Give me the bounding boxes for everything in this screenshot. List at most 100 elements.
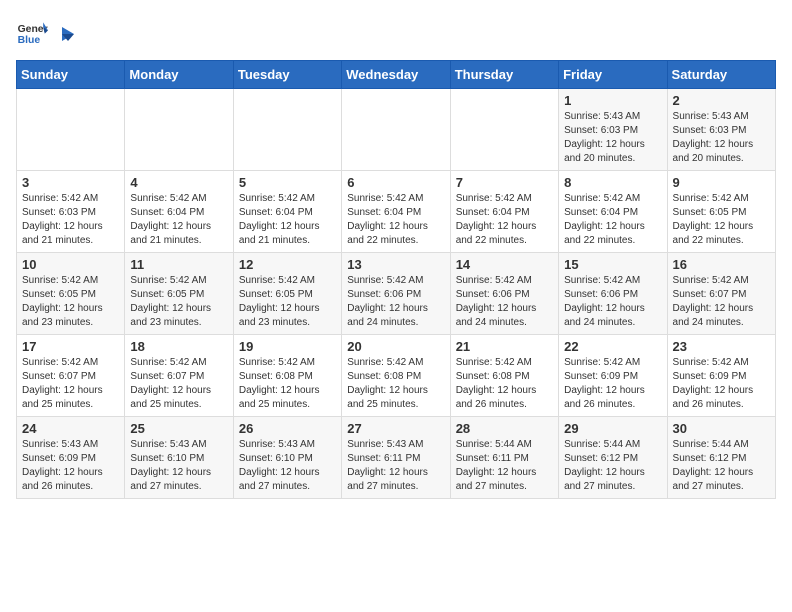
day-number: 7: [456, 175, 553, 190]
day-info: Sunrise: 5:42 AM Sunset: 6:05 PM Dayligh…: [239, 274, 336, 330]
day-info: Sunrise: 5:42 AM Sunset: 6:07 PM Dayligh…: [673, 274, 770, 330]
calendar-cell: 23 Sunrise: 5:42 AM Sunset: 6:09 PM Dayli…: [667, 335, 775, 417]
calendar-cell: 21Sunrise: 5:42 AM Sunset: 6:08 PM Dayli…: [450, 335, 558, 417]
calendar-cell: 25 Sunrise: 5:43 AM Sunset: 6:10 PM Dayli…: [125, 417, 233, 499]
day-info: Sunrise: 5:42 AM Sunset: 6:08 PM Dayligh…: [239, 356, 336, 412]
day-number: 17: [22, 339, 119, 354]
logo-triangle-icon: [54, 23, 76, 45]
calendar-cell: 6 Sunrise: 5:42 AM Sunset: 6:04 PM Daylig…: [342, 171, 450, 253]
calendar-cell: 20Sunrise: 5:42 AM Sunset: 6:08 PM Dayli…: [342, 335, 450, 417]
day-number: 8: [564, 175, 661, 190]
day-number: 26: [239, 421, 336, 436]
calendar-cell: 18 Sunrise: 5:42 AM Sunset: 6:07 PM Dayli…: [125, 335, 233, 417]
calendar-cell: [233, 89, 341, 171]
weekday-header-monday: Monday: [125, 61, 233, 89]
page-header: General Blue: [16, 16, 776, 48]
day-number: 2: [673, 93, 770, 108]
day-info: Sunrise: 5:42 AM Sunset: 6:06 PM Dayligh…: [347, 274, 444, 330]
day-info: Sunrise: 5:43 AM Sunset: 6:11 PM Dayligh…: [347, 438, 444, 494]
day-number: 13: [347, 257, 444, 272]
calendar-cell: 17 Sunrise: 5:42 AM Sunset: 6:07 PM Dayli…: [17, 335, 125, 417]
day-info: Sunrise: 5:42 AM Sunset: 6:05 PM Dayligh…: [673, 192, 770, 248]
day-info: Sunrise: 5:42 AM Sunset: 6:04 PM Dayligh…: [347, 192, 444, 248]
day-number: 29: [564, 421, 661, 436]
day-number: 4: [130, 175, 227, 190]
calendar-cell: [17, 89, 125, 171]
day-number: 1: [564, 93, 661, 108]
calendar-cell: 7Sunrise: 5:42 AM Sunset: 6:04 PM Daylig…: [450, 171, 558, 253]
calendar-cell: 9 Sunrise: 5:42 AM Sunset: 6:05 PM Daylig…: [667, 171, 775, 253]
calendar-cell: 29 Sunrise: 5:44 AM Sunset: 6:12 PM Dayli…: [559, 417, 667, 499]
day-number: 24: [22, 421, 119, 436]
calendar-cell: 10 Sunrise: 5:42 AM Sunset: 6:05 PM Dayli…: [17, 253, 125, 335]
calendar-cell: [450, 89, 558, 171]
weekday-header-row: SundayMondayTuesdayWednesdayThursdayFrid…: [17, 61, 776, 89]
logo-icon: General Blue: [16, 16, 48, 48]
calendar-cell: 16 Sunrise: 5:42 AM Sunset: 6:07 PM Dayli…: [667, 253, 775, 335]
calendar-cell: 12Sunrise: 5:42 AM Sunset: 6:05 PM Dayli…: [233, 253, 341, 335]
day-number: 3: [22, 175, 119, 190]
calendar-cell: [342, 89, 450, 171]
day-number: 5: [239, 175, 336, 190]
day-info: Sunrise: 5:44 AM Sunset: 6:11 PM Dayligh…: [456, 438, 553, 494]
day-number: 22: [564, 339, 661, 354]
day-info: Sunrise: 5:43 AM Sunset: 6:09 PM Dayligh…: [22, 438, 119, 494]
svg-text:Blue: Blue: [18, 35, 41, 46]
day-info: Sunrise: 5:42 AM Sunset: 6:09 PM Dayligh…: [564, 356, 661, 412]
calendar-cell: 22 Sunrise: 5:42 AM Sunset: 6:09 PM Dayli…: [559, 335, 667, 417]
day-info: Sunrise: 5:42 AM Sunset: 6:08 PM Dayligh…: [456, 356, 553, 412]
calendar-cell: 19 Sunrise: 5:42 AM Sunset: 6:08 PM Dayli…: [233, 335, 341, 417]
logo: General Blue: [16, 16, 78, 48]
day-info: Sunrise: 5:42 AM Sunset: 6:09 PM Dayligh…: [673, 356, 770, 412]
weekday-header-saturday: Saturday: [667, 61, 775, 89]
calendar-body: 1 Sunrise: 5:43 AM Sunset: 6:03 PM Daylig…: [17, 89, 776, 499]
day-info: Sunrise: 5:44 AM Sunset: 6:12 PM Dayligh…: [673, 438, 770, 494]
day-number: 10: [22, 257, 119, 272]
day-number: 9: [673, 175, 770, 190]
calendar-week-row: 10 Sunrise: 5:42 AM Sunset: 6:05 PM Dayli…: [17, 253, 776, 335]
day-number: 27: [347, 421, 444, 436]
day-number: 25: [130, 421, 227, 436]
day-info: Sunrise: 5:42 AM Sunset: 6:04 PM Dayligh…: [564, 192, 661, 248]
calendar-week-row: 17 Sunrise: 5:42 AM Sunset: 6:07 PM Dayli…: [17, 335, 776, 417]
calendar-week-row: 3Sunrise: 5:42 AM Sunset: 6:03 PM Daylig…: [17, 171, 776, 253]
day-number: 19: [239, 339, 336, 354]
weekday-header-sunday: Sunday: [17, 61, 125, 89]
day-info: Sunrise: 5:42 AM Sunset: 6:06 PM Dayligh…: [456, 274, 553, 330]
day-info: Sunrise: 5:42 AM Sunset: 6:06 PM Dayligh…: [564, 274, 661, 330]
day-info: Sunrise: 5:43 AM Sunset: 6:10 PM Dayligh…: [130, 438, 227, 494]
calendar-cell: [125, 89, 233, 171]
day-info: Sunrise: 5:43 AM Sunset: 6:03 PM Dayligh…: [564, 110, 661, 166]
calendar-cell: 27 Sunrise: 5:43 AM Sunset: 6:11 PM Dayli…: [342, 417, 450, 499]
day-number: 28: [456, 421, 553, 436]
weekday-header-tuesday: Tuesday: [233, 61, 341, 89]
day-info: Sunrise: 5:42 AM Sunset: 6:05 PM Dayligh…: [22, 274, 119, 330]
day-info: Sunrise: 5:43 AM Sunset: 6:10 PM Dayligh…: [239, 438, 336, 494]
calendar-header: SundayMondayTuesdayWednesdayThursdayFrid…: [17, 61, 776, 89]
calendar-cell: 26 Sunrise: 5:43 AM Sunset: 6:10 PM Dayli…: [233, 417, 341, 499]
weekday-header-wednesday: Wednesday: [342, 61, 450, 89]
day-number: 18: [130, 339, 227, 354]
calendar-cell: 14 Sunrise: 5:42 AM Sunset: 6:06 PM Dayli…: [450, 253, 558, 335]
day-number: 6: [347, 175, 444, 190]
day-info: Sunrise: 5:42 AM Sunset: 6:04 PM Dayligh…: [239, 192, 336, 248]
calendar-cell: 4 Sunrise: 5:42 AM Sunset: 6:04 PM Daylig…: [125, 171, 233, 253]
day-info: Sunrise: 5:42 AM Sunset: 6:07 PM Dayligh…: [22, 356, 119, 412]
day-number: 20: [347, 339, 444, 354]
day-info: Sunrise: 5:44 AM Sunset: 6:12 PM Dayligh…: [564, 438, 661, 494]
day-number: 15: [564, 257, 661, 272]
weekday-header-friday: Friday: [559, 61, 667, 89]
calendar-cell: 13 Sunrise: 5:42 AM Sunset: 6:06 PM Dayli…: [342, 253, 450, 335]
day-number: 14: [456, 257, 553, 272]
calendar-cell: 28 Sunrise: 5:44 AM Sunset: 6:11 PM Dayli…: [450, 417, 558, 499]
day-number: 16: [673, 257, 770, 272]
calendar-cell: 5 Sunrise: 5:42 AM Sunset: 6:04 PM Daylig…: [233, 171, 341, 253]
day-info: Sunrise: 5:42 AM Sunset: 6:05 PM Dayligh…: [130, 274, 227, 330]
day-number: 23: [673, 339, 770, 354]
calendar-cell: 1 Sunrise: 5:43 AM Sunset: 6:03 PM Daylig…: [559, 89, 667, 171]
calendar-cell: 3Sunrise: 5:42 AM Sunset: 6:03 PM Daylig…: [17, 171, 125, 253]
calendar-table: SundayMondayTuesdayWednesdayThursdayFrid…: [16, 60, 776, 499]
calendar-cell: 24 Sunrise: 5:43 AM Sunset: 6:09 PM Dayli…: [17, 417, 125, 499]
day-info: Sunrise: 5:42 AM Sunset: 6:07 PM Dayligh…: [130, 356, 227, 412]
day-info: Sunrise: 5:42 AM Sunset: 6:04 PM Dayligh…: [130, 192, 227, 248]
